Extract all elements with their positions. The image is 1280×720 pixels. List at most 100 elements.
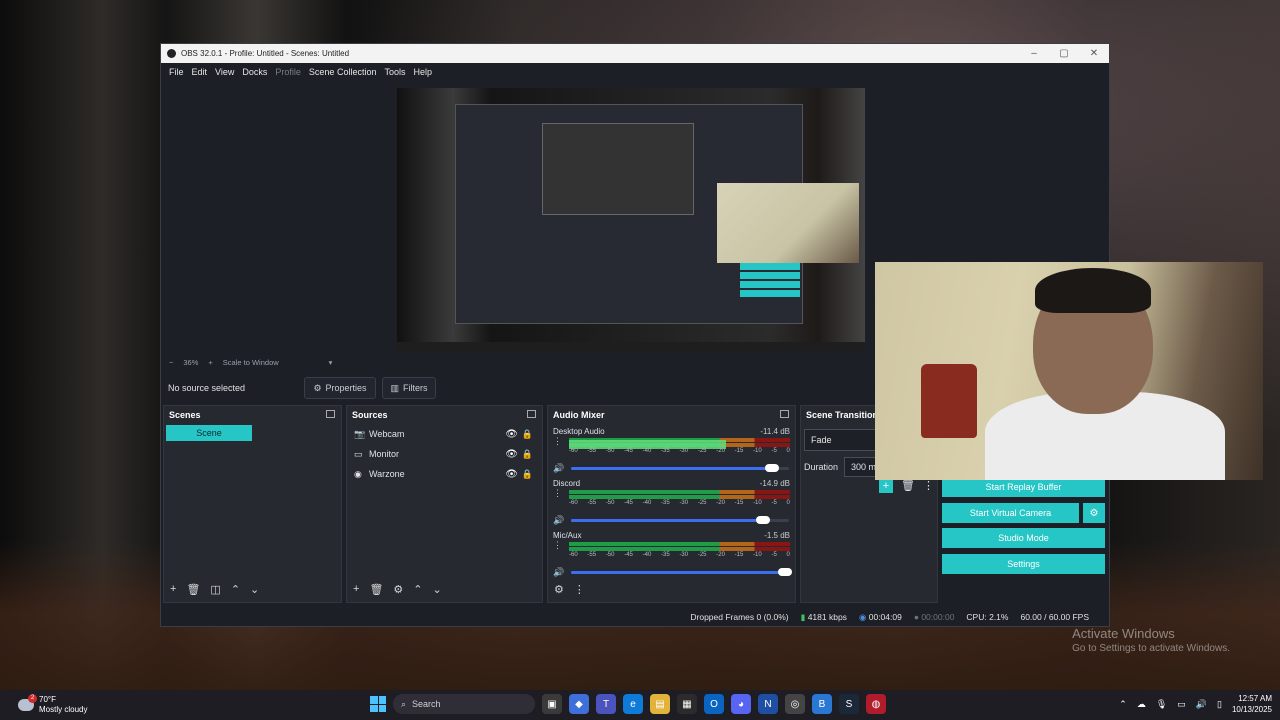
microphone-icon[interactable]: 🎙: [1156, 699, 1167, 710]
source-item-webcam[interactable]: 📷 Webcam 👁 🔒: [347, 424, 542, 444]
virtual-camera-settings-gear-icon[interactable]: ⚙: [1083, 503, 1105, 523]
store-icon[interactable]: ▦: [677, 694, 697, 714]
scale-mode-select[interactable]: Scale to Window: [223, 358, 279, 367]
menu-file[interactable]: File: [165, 67, 188, 77]
move-up-button[interactable]: ⌃: [413, 583, 422, 596]
maximize-button[interactable]: ▢: [1049, 48, 1079, 59]
outlook-icon[interactable]: O: [704, 694, 724, 714]
visibility-eye-icon[interactable]: 👁: [505, 469, 518, 480]
menu-profile[interactable]: Profile: [271, 67, 305, 77]
volume-slider[interactable]: [571, 515, 789, 524]
meter-tick-label: -5: [771, 448, 777, 454]
windows-taskbar: 2 70°F Mostly cloudy ⌕ Search ▣ ◆ T e ▤ …: [0, 690, 1280, 720]
undock-icon[interactable]: [326, 410, 335, 418]
properties-button[interactable]: ⚙ Properties: [304, 377, 376, 399]
speaker-icon[interactable]: 🔊: [553, 463, 567, 474]
add-source-button[interactable]: +: [353, 583, 359, 595]
system-tray: ⌃ ☁ 🎙 ▭ 🔊 ▯ 12:57 AM 10/13/2025: [1119, 693, 1272, 715]
volume-slider-handle[interactable]: [755, 515, 770, 524]
discord-icon[interactable]: ◕: [731, 694, 751, 714]
transition-actions: + 🗑 ⋮: [879, 479, 934, 493]
channel-menu-icon[interactable]: ⋮: [553, 437, 562, 446]
scene-item[interactable]: Scene: [166, 425, 252, 441]
zoom-out-button[interactable]: −: [169, 358, 173, 367]
dropped-frames: Dropped Frames 0 (0.0%): [690, 612, 789, 622]
volume-slider[interactable]: [571, 567, 792, 576]
minimize-button[interactable]: –: [1019, 48, 1049, 59]
app-red-icon[interactable]: ◍: [866, 694, 886, 714]
meter-tick-label: -30: [679, 552, 689, 558]
volume-slider-handle[interactable]: [777, 567, 792, 576]
start-replay-buffer-button[interactable]: Start Replay Buffer: [942, 477, 1105, 497]
menu-help[interactable]: Help: [409, 67, 436, 77]
volume-slider-handle[interactable]: [764, 463, 779, 472]
source-item-monitor[interactable]: ▭ Monitor 👁 🔒: [347, 444, 542, 464]
obs-taskbar-icon[interactable]: ◎: [785, 694, 805, 714]
task-view-icon[interactable]: ▣: [542, 694, 562, 714]
menu-docks[interactable]: Docks: [238, 67, 271, 77]
edge-icon[interactable]: e: [623, 694, 643, 714]
speaker-icon[interactable]: 🔊: [553, 515, 567, 526]
channel-menu-icon[interactable]: ⋮: [553, 489, 562, 498]
menu-view[interactable]: View: [211, 67, 238, 77]
onedrive-icon[interactable]: ☁: [1137, 699, 1146, 710]
app-icon[interactable]: N: [758, 694, 778, 714]
file-explorer-icon[interactable]: ▤: [650, 694, 670, 714]
chevron-down-icon[interactable]: ▾: [329, 358, 333, 367]
advanced-audio-icon[interactable]: ⚙: [554, 583, 564, 596]
scenes-footer: + 🗑 ◫ ⌃ ⌄: [164, 576, 341, 602]
meter-tick-label: -5: [771, 552, 777, 558]
volume-icon[interactable]: 🔊: [1196, 699, 1207, 710]
visibility-eye-icon[interactable]: 👁: [505, 449, 518, 460]
filters-button[interactable]: ▥ Filters: [382, 377, 436, 399]
scene-filters-button[interactable]: ◫: [210, 583, 220, 596]
add-scene-button[interactable]: +: [170, 583, 176, 595]
cloud-icon: 2: [18, 694, 37, 711]
zoom-in-button[interactable]: +: [208, 358, 212, 367]
steam-icon[interactable]: S: [839, 694, 859, 714]
visibility-eye-icon[interactable]: 👁: [505, 429, 518, 440]
remove-scene-button[interactable]: 🗑: [186, 583, 200, 596]
source-properties-button[interactable]: ⚙: [393, 583, 403, 596]
menu-tools[interactable]: Tools: [380, 67, 409, 77]
channel-db: -1.5 dB: [764, 531, 790, 540]
remove-source-button[interactable]: 🗑: [369, 583, 383, 596]
mixer-menu-icon[interactable]: ⋮: [574, 583, 585, 596]
remove-transition-button[interactable]: 🗑: [901, 479, 915, 493]
settings-button[interactable]: Settings: [942, 554, 1105, 574]
clock[interactable]: 12:57 AM 10/13/2025: [1232, 693, 1272, 715]
title-bar[interactable]: OBS 32.0.1 - Profile: Untitled - Scenes:…: [161, 44, 1109, 63]
search-placeholder: Search: [412, 699, 441, 709]
chevron-up-icon[interactable]: ⌃: [1119, 699, 1127, 710]
windows-start-icon[interactable]: [370, 696, 386, 712]
menu-scene-collection[interactable]: Scene Collection: [305, 67, 381, 77]
undock-icon[interactable]: [780, 410, 789, 418]
meter-tick-label: -20: [716, 500, 725, 506]
copilot-icon[interactable]: ◆: [569, 694, 589, 714]
lock-icon[interactable]: 🔒: [522, 429, 533, 440]
battlenet-icon[interactable]: B: [812, 694, 832, 714]
source-item-warzone[interactable]: ◉ Warzone 👁 🔒: [347, 464, 542, 484]
close-button[interactable]: ✕: [1079, 48, 1109, 59]
move-down-button[interactable]: ⌄: [250, 583, 259, 596]
program-preview[interactable]: [397, 88, 865, 351]
teams-icon[interactable]: T: [596, 694, 616, 714]
move-down-button[interactable]: ⌄: [433, 583, 442, 596]
taskbar-search-input[interactable]: ⌕ Search: [393, 694, 535, 714]
battery-icon[interactable]: ▯: [1217, 699, 1222, 710]
filter-icon: ▥: [390, 382, 399, 393]
start-virtual-camera-button[interactable]: Start Virtual Camera: [942, 503, 1079, 523]
taskbar-apps: ⌕ Search ▣ ◆ T e ▤ ▦ O ◕ N ◎ B S ◍: [370, 694, 886, 714]
lock-icon[interactable]: 🔒: [522, 449, 533, 460]
move-up-button[interactable]: ⌃: [231, 583, 240, 596]
lock-icon[interactable]: 🔒: [522, 469, 533, 480]
studio-mode-button[interactable]: Studio Mode: [942, 528, 1105, 548]
weather-widget[interactable]: 2 70°F Mostly cloudy: [18, 694, 87, 715]
volume-slider[interactable]: [571, 463, 789, 472]
transition-menu-icon[interactable]: ⋮: [923, 479, 934, 493]
network-icon[interactable]: ▭: [1177, 699, 1186, 710]
menu-edit[interactable]: Edit: [188, 67, 212, 77]
channel-menu-icon[interactable]: ⋮: [553, 541, 562, 550]
undock-icon[interactable]: [527, 410, 536, 418]
add-transition-button[interactable]: +: [879, 479, 893, 493]
